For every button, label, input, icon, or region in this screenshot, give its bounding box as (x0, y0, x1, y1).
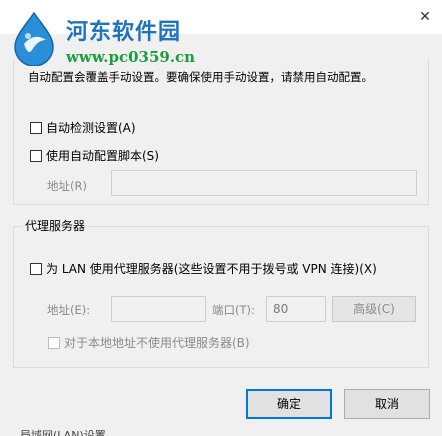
bypass-local-checkbox[interactable]: 对于本地地址不使用代理服务器(B) (48, 334, 250, 351)
use-proxy-checkbox[interactable]: 为 LAN 使用代理服务器(这些设置不用于拨号或 VPN 连接)(X) (30, 260, 377, 277)
checkbox-box[interactable] (30, 149, 42, 162)
proxy-address-label: 地址(E): (47, 303, 91, 317)
auto-detect-label: 自动检测设置(A) (46, 121, 136, 135)
watermark: 河东软件园 www.pc0359.cn (0, 0, 210, 74)
use-script-label: 使用自动配置脚本(S) (46, 149, 159, 163)
checkbox-box[interactable] (30, 262, 42, 275)
proxy-address-input[interactable] (111, 296, 206, 322)
background-window-text: 局域网(LAN)设置 (20, 429, 106, 436)
script-address-input[interactable] (111, 170, 417, 196)
cancel-button[interactable]: 取消 (344, 389, 430, 419)
lan-settings-dialog: ✕ 自动配置会覆盖手动设置。要确保使用手动设置，请禁用自动配置。 自动检测设置(… (0, 0, 442, 436)
water-drop-logo-icon (14, 11, 54, 66)
proxy-port-label: 端口(T): (212, 303, 255, 317)
auto-detect-checkbox[interactable]: 自动检测设置(A) (30, 119, 136, 136)
checkbox-box[interactable] (48, 336, 60, 349)
use-script-checkbox[interactable]: 使用自动配置脚本(S) (30, 147, 159, 164)
close-button[interactable]: ✕ (416, 8, 434, 26)
watermark-title: 河东软件园 (66, 19, 182, 45)
use-proxy-label: 为 LAN 使用代理服务器(这些设置不用于拨号或 VPN 连接)(X) (46, 262, 377, 276)
script-address-label: 地址(R) (47, 179, 87, 193)
watermark-url: www.pc0359.cn (66, 48, 196, 66)
proxy-port-input[interactable]: 80 (266, 296, 326, 322)
advanced-button[interactable]: 高级(C) (332, 296, 416, 322)
ok-button[interactable]: 确定 (246, 389, 332, 419)
checkbox-box[interactable] (30, 121, 42, 134)
bypass-local-label: 对于本地地址不使用代理服务器(B) (64, 336, 250, 350)
proxy-group-label: 代理服务器 (22, 217, 89, 234)
